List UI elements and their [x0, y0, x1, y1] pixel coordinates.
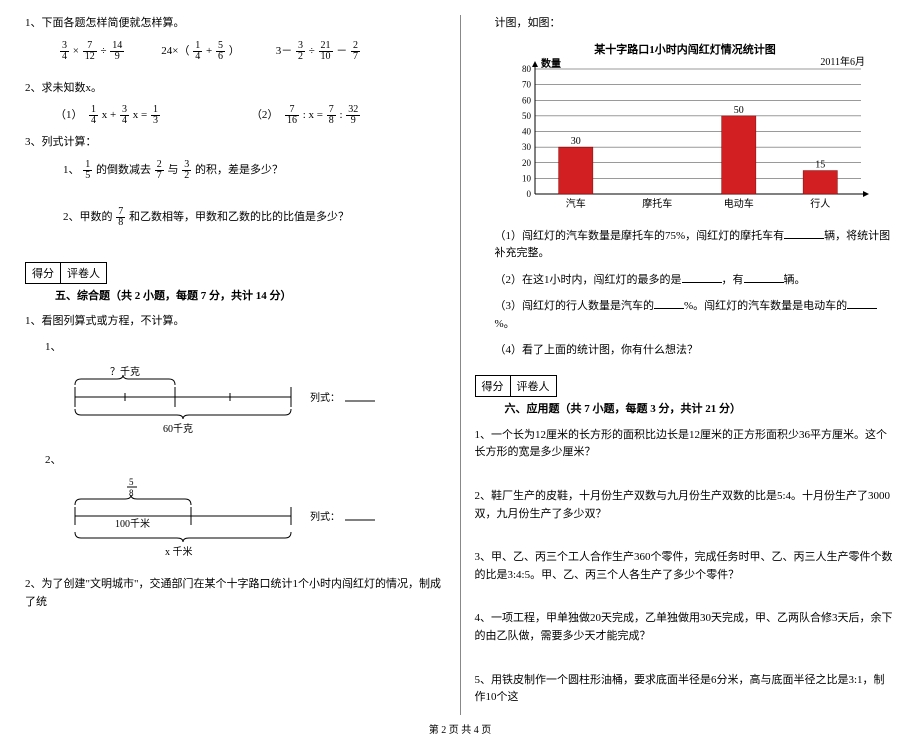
svg-text:70: 70 — [522, 79, 532, 89]
d1-label: 1、 — [45, 339, 446, 357]
d1-top-text: ？千克 — [110, 366, 140, 378]
svg-text:60: 60 — [522, 95, 532, 105]
svg-text:数量: 数量 — [541, 57, 561, 70]
svg-text:x 千米: x 千米 — [165, 545, 193, 558]
svg-text:摩托车: 摩托车 — [642, 197, 672, 210]
expr1: 34 × 712 ÷ 149 — [59, 41, 125, 62]
svg-text:50: 50 — [733, 104, 743, 115]
svg-text:30: 30 — [522, 142, 532, 152]
sec6-title: 六、应用题（共 7 小题，每题 3 分，共计 21 分） — [505, 401, 742, 419]
d1-bottom-text: 60千克 — [163, 423, 193, 435]
svg-text:电动车: 电动车 — [723, 197, 753, 210]
column-divider — [460, 15, 461, 715]
svg-text:30: 30 — [570, 136, 580, 147]
sub2-title: 2、为了创建"文明城市"，交通部门在某个十字路口统计1个小时内闯红灯的情况，制成… — [25, 576, 446, 611]
q2-title: 2、求未知数x。 — [25, 80, 446, 98]
qb: （2）在这1小时内，闯红灯的最多的是，有辆。 — [495, 271, 896, 290]
a4: 4、一项工程，甲单独做20天完成，乙单独做用30天完成，甲、乙两队合修3天后，余… — [475, 610, 896, 645]
sub1-title: 1、看图列算式或方程，不计算。 — [25, 313, 446, 331]
qc: （3）闯红灯的行人数量是汽车的%。闯红灯的汽车数量是电动车的%。 — [495, 297, 896, 333]
score-box-6: 得分 评卷人 — [475, 375, 557, 397]
a3: 3、甲、乙、丙三个工人合作生产360个零件，完成任务时甲、乙、丙三人生产零件个数… — [475, 549, 896, 584]
q2-eqs: （1） 14 x + 34 x = 13 （2） 716 : x = 78 : … — [55, 105, 446, 126]
intro: 计图，如图： — [495, 15, 896, 33]
expr3: 3－ 32 ÷ 2110 － 27 — [276, 41, 361, 62]
a5: 5、用铁皮制作一个圆柱形油桶，要求底面半径是6分米，高与底面半径之比是3:1，制… — [475, 672, 896, 707]
left-column: 1、下面各题怎样简便就怎样算。 34 × 712 ÷ 149 24×（ 14 +… — [25, 15, 446, 715]
section6-header: 得分 评卷人 — [475, 367, 896, 401]
q3-1: 1、 15 的倒数减去 27 与 32 的积，差是多少？ — [63, 160, 446, 181]
qa: （1）闯红灯的汽车数量是摩托车的75%，闯红灯的摩托车有辆，将统计图补充完整。 — [495, 227, 896, 263]
svg-text:某十字路口1小时内闯红灯情况统计图: 某十字路口1小时内闯红灯情况统计图 — [593, 42, 776, 56]
svg-text:10: 10 — [522, 173, 532, 183]
svg-text:2011年6月: 2011年6月 — [820, 55, 865, 68]
q3-title: 3、列式计算： — [25, 134, 446, 152]
bar-chart: 某十字路口1小时内闯红灯情况统计图 2011年6月 数量 0 10 20 30 40 50 60 7… — [495, 41, 896, 219]
right-column: 计图，如图： 某十字路口1小时内闯红灯情况统计图 2011年6月 数量 0 10 20 30… — [475, 15, 896, 715]
d1-right-text: 列式： — [310, 391, 340, 404]
expr2: 24×（ 14 + 56 ） — [161, 41, 239, 62]
qd: （4）看了上面的统计图，你有什么想法？ — [495, 342, 896, 360]
a2: 2、鞋厂生产的皮鞋，十月份生产双数与九月份生产双数的比是5:4。十月份生产了30… — [475, 488, 896, 523]
q1-title: 1、下面各题怎样简便就怎样算。 — [25, 15, 446, 33]
eq1: （1） 14 x + 34 x = 13 — [55, 105, 161, 126]
d2-label: 2、 — [45, 452, 446, 470]
svg-text:0: 0 — [526, 189, 531, 199]
svg-text:80: 80 — [522, 64, 532, 74]
svg-text:15: 15 — [815, 159, 825, 170]
section5-header: 得分 评卷人 — [25, 254, 446, 288]
svg-text:汽车: 汽车 — [565, 197, 585, 210]
sec5-title: 五、综合题（共 2 小题，每题 7 分，共计 14 分） — [55, 288, 292, 306]
a1: 1、一个长为12厘米的长方形的面积比边长是12厘米的正方形面积少36平方厘米。这… — [475, 427, 896, 462]
svg-text:100千米: 100千米 — [115, 517, 150, 530]
svg-text:20: 20 — [522, 157, 532, 167]
q3-2: 2、甲数的 78 和乙数相等，甲数和乙数的比的比值是多少？ — [63, 207, 446, 228]
svg-text:列式：: 列式： — [310, 510, 340, 523]
svg-text:50: 50 — [522, 110, 532, 120]
q1-expressions: 34 × 712 ÷ 149 24×（ 14 + 56 ） 3－ 32 ÷ 21… — [59, 41, 446, 62]
score-box: 得分 评卷人 — [25, 262, 107, 284]
eq2: （2） 716 : x = 78 : 329 — [251, 105, 361, 126]
page-footer: 第 2 页 共 4 页 — [25, 721, 895, 736]
score-label: 得分 — [26, 263, 61, 283]
diagram1: ？千克 60千克 列式： — [55, 365, 446, 438]
grader-label: 评卷人 — [61, 263, 106, 283]
svg-text:40: 40 — [522, 126, 532, 136]
diagram2: 5 8 100千米 x 千米 列式： — [55, 477, 446, 562]
svg-text:5: 5 — [129, 477, 134, 487]
svg-text:行人: 行人 — [810, 197, 830, 210]
